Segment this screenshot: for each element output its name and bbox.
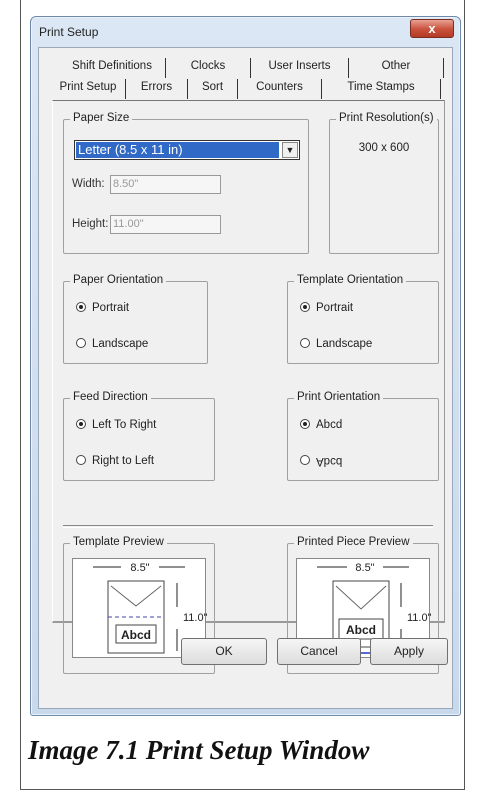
tab-shift-definitions[interactable]: Shift Definitions <box>59 58 165 78</box>
template-orientation-legend: Template Orientation <box>294 274 407 286</box>
tab-print-setup[interactable]: Print Setup <box>51 79 125 99</box>
template-landscape-label: Landscape <box>316 338 373 350</box>
tab-errors[interactable]: Errors <box>125 79 187 99</box>
radio-selected-icon <box>300 419 310 429</box>
printed-preview-legend: Printed Piece Preview <box>294 536 413 548</box>
paper-landscape-radio[interactable]: Landscape <box>76 338 148 350</box>
paper-size-select[interactable]: Letter (8.5 x 11 in) ▼ <box>74 140 300 160</box>
template-width-label: 8.5" <box>130 562 149 574</box>
radio-selected-icon <box>76 302 86 312</box>
template-landscape-radio[interactable]: Landscape <box>300 338 372 350</box>
tab-time-stamps[interactable]: Time Stamps <box>321 79 441 99</box>
printed-sample-text: Abcd <box>346 623 376 637</box>
radio-unselected-icon <box>76 338 86 348</box>
section-divider <box>63 525 433 528</box>
dialog-client: Shift Definitions Clocks User Inserts Ot… <box>38 47 453 709</box>
printed-width-label: 8.5" <box>355 562 374 574</box>
figure-frame: Print Setup x Shift Definitions Clocks U… <box>20 0 465 790</box>
print-orientation-group: Print Orientation Abcd Abcd <box>287 391 439 481</box>
paper-portrait-label: Portrait <box>92 302 130 314</box>
print-flipped-radio[interactable]: Abcd <box>300 455 342 467</box>
feed-direction-legend: Feed Direction <box>70 391 151 403</box>
radio-unselected-icon <box>76 455 86 465</box>
chevron-down-icon[interactable]: ▼ <box>282 142 298 158</box>
paper-orientation-group: Paper Orientation Portrait Landscape <box>63 274 208 364</box>
width-label: Width: <box>72 178 105 190</box>
print-setup-panel: Paper Size Letter (8.5 x 11 in) ▼ Width:… <box>52 100 445 674</box>
print-setup-window: Print Setup x Shift Definitions Clocks U… <box>30 16 461 716</box>
template-portrait-radio[interactable]: Portrait <box>300 302 353 314</box>
close-button[interactable]: x <box>410 19 454 38</box>
tab-counters[interactable]: Counters <box>237 79 321 99</box>
height-field[interactable]: 11.00" <box>110 215 221 234</box>
print-resolution-legend: Print Resolution(s) <box>336 112 437 124</box>
template-preview-legend: Template Preview <box>70 536 167 548</box>
paper-orientation-legend: Paper Orientation <box>70 274 167 286</box>
width-field[interactable]: 8.50" <box>110 175 221 194</box>
print-flipped-label: Abcd <box>316 455 343 467</box>
ok-button[interactable]: OK <box>181 638 267 665</box>
tab-other[interactable]: Other <box>348 58 444 78</box>
print-orientation-legend: Print Orientation <box>294 391 384 403</box>
window-title: Print Setup <box>39 25 99 39</box>
cancel-button[interactable]: Cancel <box>277 638 361 665</box>
print-resolution-value: 300 x 600 <box>358 142 410 154</box>
tab-user-inserts[interactable]: User Inserts <box>250 58 348 78</box>
paper-size-selected: Letter (8.5 x 11 in) <box>76 142 279 158</box>
close-icon: x <box>428 21 436 36</box>
paper-size-legend: Paper Size <box>70 112 133 124</box>
feed-left-to-right-radio[interactable]: Left To Right <box>76 419 156 431</box>
template-portrait-label: Portrait <box>316 302 354 314</box>
paper-size-group: Paper Size Letter (8.5 x 11 in) ▼ Width:… <box>63 112 309 254</box>
feed-right-to-left-label: Right to Left <box>92 455 155 467</box>
paper-portrait-radio[interactable]: Portrait <box>76 302 129 314</box>
feed-right-to-left-radio[interactable]: Right to Left <box>76 455 154 467</box>
radio-selected-icon <box>76 419 86 429</box>
print-normal-radio[interactable]: Abcd <box>300 419 342 431</box>
print-normal-label: Abcd <box>316 419 343 431</box>
height-label: Height: <box>72 218 109 230</box>
tab-row-front: Print Setup Errors Sort Counters Time St… <box>51 79 451 99</box>
figure-caption: Image 7.1 Print Setup Window <box>28 735 370 765</box>
tab-clocks[interactable]: Clocks <box>165 58 250 78</box>
feed-direction-group: Feed Direction Left To Right Right to Le… <box>63 391 215 481</box>
template-height-label: 11.0" <box>183 612 207 624</box>
title-bar: Print Setup x <box>31 17 460 47</box>
print-resolution-group: Print Resolution(s) 300 x 600 <box>329 112 439 254</box>
tab-sort[interactable]: Sort <box>187 79 237 99</box>
dialog-buttons: OK Cancel Apply <box>39 638 452 668</box>
paper-landscape-label: Landscape <box>92 338 149 350</box>
tab-row-back: Shift Definitions Clocks User Inserts Ot… <box>59 58 459 78</box>
template-orientation-group: Template Orientation Portrait Landscape <box>287 274 439 364</box>
apply-button[interactable]: Apply <box>370 638 448 665</box>
radio-unselected-icon <box>300 455 310 465</box>
feed-left-to-right-label: Left To Right <box>92 419 157 431</box>
printed-height-label: 11.0" <box>407 612 431 624</box>
radio-unselected-icon <box>300 338 310 348</box>
radio-selected-icon <box>300 302 310 312</box>
